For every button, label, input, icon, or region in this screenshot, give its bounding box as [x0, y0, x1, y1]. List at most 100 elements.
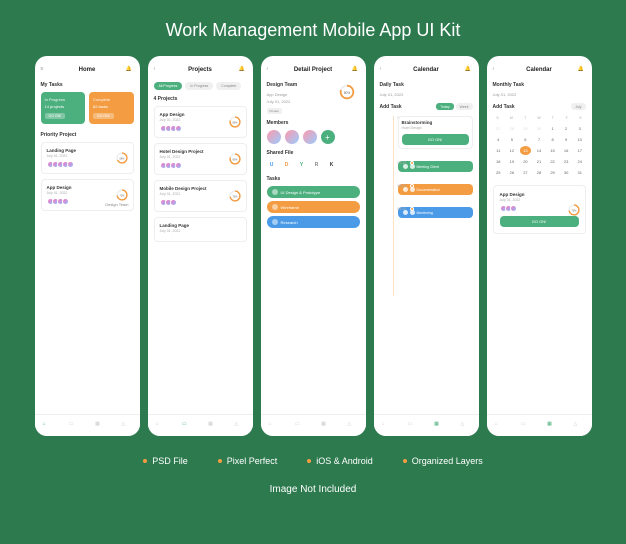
event-pill[interactable]: Meeting Client [398, 161, 473, 172]
back-icon[interactable]: ‹ [493, 66, 501, 74]
task-card[interactable]: App Design July 01, 2022 73% GO ON! [493, 185, 586, 234]
cal-day-active[interactable]: 13 [520, 146, 532, 155]
cal-day[interactable]: 29 [547, 168, 559, 177]
cal-day[interactable]: 8 [547, 135, 559, 144]
project-card[interactable]: App Design July 01, 2022 80% [154, 106, 247, 138]
projects-icon[interactable]: ▭ [182, 421, 192, 431]
home-icon[interactable]: ⌂ [495, 421, 505, 431]
cal-day[interactable]: 5 [506, 135, 518, 144]
cal-day[interactable]: 30 [533, 124, 545, 133]
project-card[interactable]: Hotel Design Project July 01, 2022 80% [154, 143, 247, 175]
cal-day[interactable]: 28 [506, 124, 518, 133]
cal-day[interactable]: 15 [547, 146, 559, 155]
go-button[interactable]: GO ON! [402, 134, 469, 145]
cal-day[interactable]: 14 [533, 146, 545, 155]
project-card[interactable]: Landing Page July 01, 2022 [154, 217, 247, 242]
go-button[interactable]: GO ON! [93, 113, 114, 119]
cal-day[interactable]: 1 [547, 124, 559, 133]
profile-icon[interactable]: △ [460, 421, 470, 431]
filter-pill[interactable]: All Progress [154, 82, 183, 90]
projects-icon[interactable]: ▭ [295, 421, 305, 431]
avatar[interactable] [267, 130, 281, 144]
event-card[interactable]: Brainstorming Hotel Design GO ON! [398, 116, 473, 149]
complete-card[interactable]: Complete 82 tasks GO ON! [89, 92, 134, 124]
cal-day[interactable]: 9 [560, 135, 572, 144]
cal-day[interactable]: 4 [493, 135, 505, 144]
cal-day[interactable]: 16 [560, 146, 572, 155]
bell-icon[interactable]: 🔔 [351, 66, 359, 74]
bell-icon[interactable]: 🔔 [239, 66, 247, 74]
task-pill[interactable]: Research [267, 216, 360, 228]
home-icon[interactable]: ⌂ [156, 421, 166, 431]
back-icon[interactable]: ‹ [267, 66, 275, 74]
month-selector[interactable]: July [571, 103, 585, 110]
cal-day[interactable]: 22 [547, 157, 559, 166]
cal-day[interactable]: 2 [560, 124, 572, 133]
project-card[interactable]: Mobile Design Project July 01, 2022 73% [154, 180, 247, 212]
cal-day[interactable]: 28 [533, 168, 545, 177]
file-icon[interactable]: Y [297, 160, 307, 170]
cal-day[interactable]: 23 [560, 157, 572, 166]
filter-pill[interactable]: In Progress [185, 82, 213, 90]
projects-icon[interactable]: ▭ [521, 421, 531, 431]
calendar-icon[interactable]: ▦ [208, 421, 218, 431]
cal-day[interactable]: 19 [506, 157, 518, 166]
task-pill[interactable]: Wireframe [267, 201, 360, 213]
cal-day[interactable]: 26 [506, 168, 518, 177]
file-icon[interactable]: U [267, 160, 277, 170]
filter-pill[interactable]: Complete [216, 82, 241, 90]
event-pill[interactable]: Monitoring [398, 207, 473, 218]
go-button[interactable]: GO ON! [45, 113, 66, 119]
cal-day[interactable]: 18 [493, 157, 505, 166]
bell-icon[interactable]: 🔔 [578, 66, 586, 74]
profile-icon[interactable]: △ [234, 421, 244, 431]
profile-icon[interactable]: △ [121, 421, 131, 431]
home-icon[interactable]: ⌂ [269, 421, 279, 431]
avatar[interactable] [303, 130, 317, 144]
add-member-button[interactable]: + [321, 130, 335, 144]
calendar-icon[interactable]: ▦ [434, 421, 444, 431]
profile-icon[interactable]: △ [347, 421, 357, 431]
calendar-icon[interactable]: ▦ [547, 421, 557, 431]
cal-day[interactable]: 17 [574, 146, 586, 155]
cal-day[interactable]: 29 [520, 124, 532, 133]
cal-day[interactable]: 27 [493, 124, 505, 133]
in-progress-card[interactable]: In Progress 14 projects GO ON! [41, 92, 86, 124]
cal-day[interactable]: 24 [574, 157, 586, 166]
project-card[interactable]: Landing Page July 01, 2022 68% [41, 142, 134, 174]
task-pill[interactable]: UI Design & Prototype [267, 186, 360, 198]
cal-day[interactable]: 31 [574, 168, 586, 177]
cal-day[interactable]: 21 [533, 157, 545, 166]
project-card[interactable]: App Design July 01, 2022 73% Design Team [41, 179, 134, 211]
cal-day[interactable]: 6 [520, 135, 532, 144]
projects-icon[interactable]: ▭ [69, 421, 79, 431]
file-icon[interactable]: R [312, 160, 322, 170]
profile-icon[interactable]: △ [573, 421, 583, 431]
bell-icon[interactable]: 🔔 [465, 66, 473, 74]
cal-day[interactable]: 20 [520, 157, 532, 166]
bell-icon[interactable]: 🔔 [125, 66, 133, 74]
today-toggle[interactable]: Today [436, 103, 453, 110]
calendar-icon[interactable]: ▦ [95, 421, 105, 431]
cal-day[interactable]: 11 [493, 146, 505, 155]
cal-day[interactable]: 27 [520, 168, 532, 177]
back-icon[interactable]: ‹ [154, 66, 162, 74]
file-icon[interactable]: D [282, 160, 292, 170]
back-icon[interactable]: ‹ [380, 66, 388, 74]
home-icon[interactable]: ⌂ [382, 421, 392, 431]
cal-day[interactable]: 30 [560, 168, 572, 177]
file-icon[interactable]: K [327, 160, 337, 170]
go-button[interactable]: GO ON! [500, 216, 579, 227]
cal-day[interactable]: 25 [493, 168, 505, 177]
cal-day[interactable]: 10 [574, 135, 586, 144]
week-toggle[interactable]: Week [456, 103, 473, 110]
home-icon[interactable]: ⌂ [43, 421, 53, 431]
cal-day[interactable]: 3 [574, 124, 586, 133]
avatar[interactable] [285, 130, 299, 144]
cal-day[interactable]: 7 [533, 135, 545, 144]
event-pill[interactable]: Documentation [398, 184, 473, 195]
calendar-icon[interactable]: ▦ [321, 421, 331, 431]
projects-icon[interactable]: ▭ [408, 421, 418, 431]
cal-day[interactable]: 12 [506, 146, 518, 155]
menu-icon[interactable]: ≡ [41, 66, 49, 74]
